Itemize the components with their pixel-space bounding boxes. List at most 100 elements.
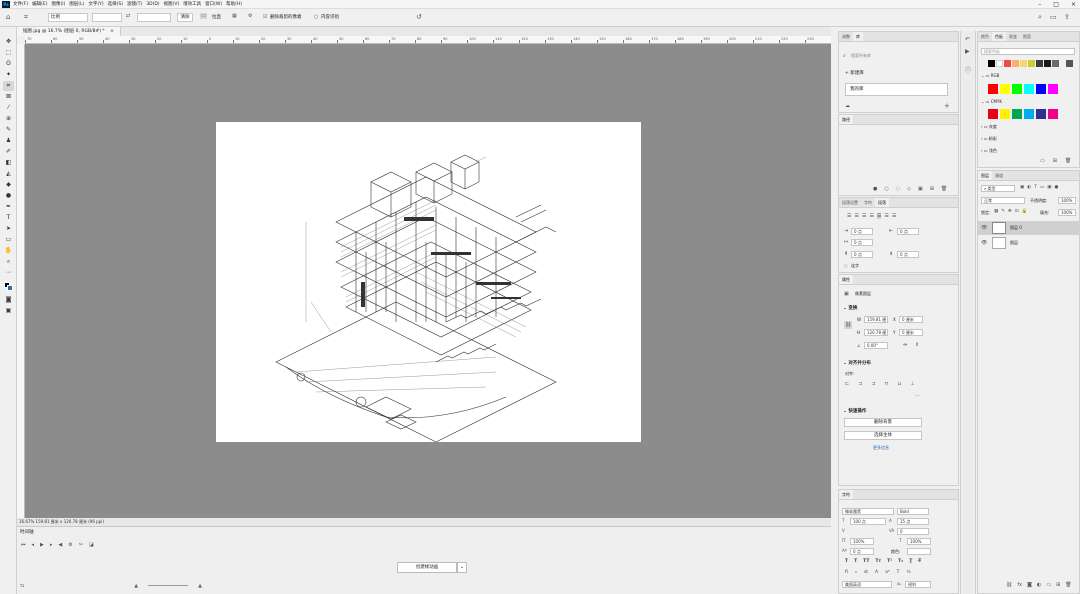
eyedropper-icon[interactable]: ⁄ [3, 103, 14, 113]
lock-all-icon[interactable]: 🔒 [1022, 209, 1028, 214]
x-field[interactable]: 0 厘米 [899, 316, 923, 323]
filter-type-icon[interactable]: T [1034, 185, 1037, 190]
first-frame-icon[interactable]: ⏮ [21, 542, 26, 548]
lock-image-icon[interactable]: ✎ [1001, 209, 1005, 214]
info-icon[interactable]: ⓘ [965, 65, 971, 74]
lock-transparent-icon[interactable]: ▦ [994, 209, 998, 214]
marquee-tool-icon[interactable]: ⬚ [3, 48, 14, 58]
justify-center-icon[interactable]: ☰ [876, 213, 882, 219]
opacity-field[interactable]: 100% [1058, 197, 1076, 204]
tab-paths[interactable]: 路径 [839, 115, 853, 124]
my-library-item[interactable]: 我的库 [845, 83, 948, 96]
align-left-icon[interactable]: ☰ [847, 213, 851, 219]
menu-select[interactable]: 选择(S) [108, 1, 123, 7]
new-group-icon[interactable]: ▭ [1040, 158, 1045, 164]
grid-overlay-icon[interactable]: ▦ [232, 13, 237, 19]
workspace-icon[interactable]: ▭ [1050, 13, 1057, 21]
zoom-slider[interactable] [148, 583, 189, 586]
minimize-icon[interactable]: – [1038, 1, 1041, 8]
menu-filter[interactable]: 滤镜(T) [127, 1, 142, 7]
move-tool-icon[interactable]: ✥ [3, 37, 14, 47]
swatch-yellow[interactable] [1000, 84, 1010, 94]
filter-pixel-icon[interactable]: ▣ [1020, 185, 1024, 190]
blur-tool-icon[interactable]: ◆ [3, 180, 14, 190]
delete-icon[interactable]: 🗑 [941, 186, 947, 192]
group-rgb[interactable]: ⌄ ▭ RGB [981, 73, 999, 78]
visibility-eye-icon[interactable]: 👁 [981, 225, 987, 231]
space-before-field[interactable]: 0 点 [851, 251, 873, 258]
prev-frame-icon[interactable]: ◂ [32, 542, 35, 548]
align-right-icon[interactable]: ☰ [862, 213, 866, 219]
reset-icon[interactable]: ↺ [416, 13, 422, 21]
load-selection-icon[interactable]: ◌ [896, 186, 900, 192]
all-caps-icon[interactable]: TT [863, 559, 869, 564]
tab-properties[interactable]: 属性 [839, 275, 853, 284]
menu-plugins[interactable]: 增效工具 [183, 1, 201, 7]
recent-swatch[interactable] [1052, 60, 1059, 67]
pasteboard[interactable] [25, 44, 831, 518]
faux-bold-icon[interactable]: T [845, 559, 848, 564]
tab-channels[interactable]: 通道 [992, 171, 1006, 180]
menu-help[interactable]: 帮助(H) [226, 1, 242, 7]
tracking-field[interactable]: 0 [897, 528, 929, 535]
align-v-centers-icon[interactable]: ⊔ [898, 381, 902, 387]
select-subject-button[interactable]: 选择主体 [844, 431, 922, 440]
tab-libraries[interactable]: 库 [853, 32, 863, 41]
crop-tool-icon[interactable]: ⌗ [3, 81, 14, 91]
settings-icon[interactable]: ⚙ [68, 542, 72, 548]
remove-background-button[interactable]: 删除背景 [844, 418, 922, 427]
dodge-tool-icon[interactable]: ● [3, 191, 14, 201]
swatch-blue[interactable] [1036, 84, 1046, 94]
link-icon[interactable]: ⛓ [844, 321, 853, 329]
stroke-path-icon[interactable]: ○ [884, 186, 888, 192]
swatch-cmyk-cyan[interactable] [1024, 109, 1034, 119]
align-right-edges-icon[interactable]: ⊐ [871, 381, 875, 387]
make-path-icon[interactable]: ◇ [907, 186, 911, 192]
search-icon[interactable]: ⌕ [1038, 13, 1042, 22]
recent-swatch[interactable] [1028, 60, 1035, 67]
layer-row-selected[interactable]: 👁 图层 0 [978, 221, 1079, 235]
lasso-tool-icon[interactable]: ʘ [3, 59, 14, 69]
menu-image[interactable]: 图像(I) [51, 1, 65, 7]
filter-smart-icon[interactable]: ▣ [1047, 185, 1051, 190]
swatch-cmyk-magenta[interactable] [1048, 109, 1058, 119]
actions-icon[interactable]: ▶ [965, 48, 970, 55]
recent-swatch[interactable] [1066, 60, 1073, 67]
justify-all-icon[interactable]: ☰ [892, 213, 896, 219]
align-bottom-edges-icon[interactable]: ⊥ [910, 381, 914, 387]
group-light[interactable]: › ▭ 浅色 [981, 148, 997, 154]
library-search-input[interactable]: 搜索所有库 [851, 53, 871, 59]
ornament-icon[interactable]: A [875, 570, 878, 575]
straighten-icon[interactable]: ▭ [200, 13, 207, 19]
indent-left-field[interactable]: 0 点 [851, 228, 873, 235]
leading-field[interactable]: 15 点 [897, 518, 929, 525]
new-library-button[interactable]: + 新建库 [845, 70, 864, 76]
swatch-cmyk-green[interactable] [1012, 109, 1022, 119]
recent-swatch[interactable] [1004, 60, 1011, 67]
close-tab-icon[interactable]: × [110, 29, 114, 34]
new-group-icon[interactable]: ▭ [1046, 582, 1051, 588]
align-left-edges-icon[interactable]: ⊏ [845, 381, 849, 387]
justify-right-icon[interactable]: ☰ [884, 213, 888, 219]
text-color-swatch[interactable] [907, 548, 931, 555]
content-aware-checkbox[interactable]: ○ [314, 14, 318, 20]
type-tool-icon[interactable]: T [3, 213, 14, 223]
recent-swatch[interactable] [1012, 60, 1019, 67]
faux-italic-icon[interactable]: T [854, 559, 857, 564]
group-cmyk[interactable]: ⌄ ▭ CMYK [981, 99, 1002, 104]
underline-icon[interactable]: T̲ [909, 559, 912, 564]
menu-window[interactable]: 窗口(W) [205, 1, 222, 7]
gradient-icon[interactable]: ◭ [3, 169, 14, 179]
tab-gradients[interactable]: 渐变 [1006, 32, 1020, 41]
path-select-icon[interactable]: ➤ [3, 224, 14, 234]
swash-icon[interactable]: ℴ [855, 570, 857, 575]
delete-cropped-checkbox[interactable]: ☑ [263, 14, 267, 20]
hyphenate-checkbox[interactable]: ○ [844, 263, 848, 268]
flip-horizontal-icon[interactable]: ⇹ [903, 342, 907, 348]
tab-patterns[interactable]: 图案 [1020, 32, 1034, 41]
recent-swatch[interactable] [1020, 60, 1027, 67]
close-icon[interactable]: × [1071, 1, 1076, 8]
pen-tool-icon[interactable]: ✒ [3, 202, 14, 212]
magic-wand-icon[interactable]: ✦ [3, 70, 14, 80]
more-tools-icon[interactable]: ⋯ [3, 268, 14, 278]
